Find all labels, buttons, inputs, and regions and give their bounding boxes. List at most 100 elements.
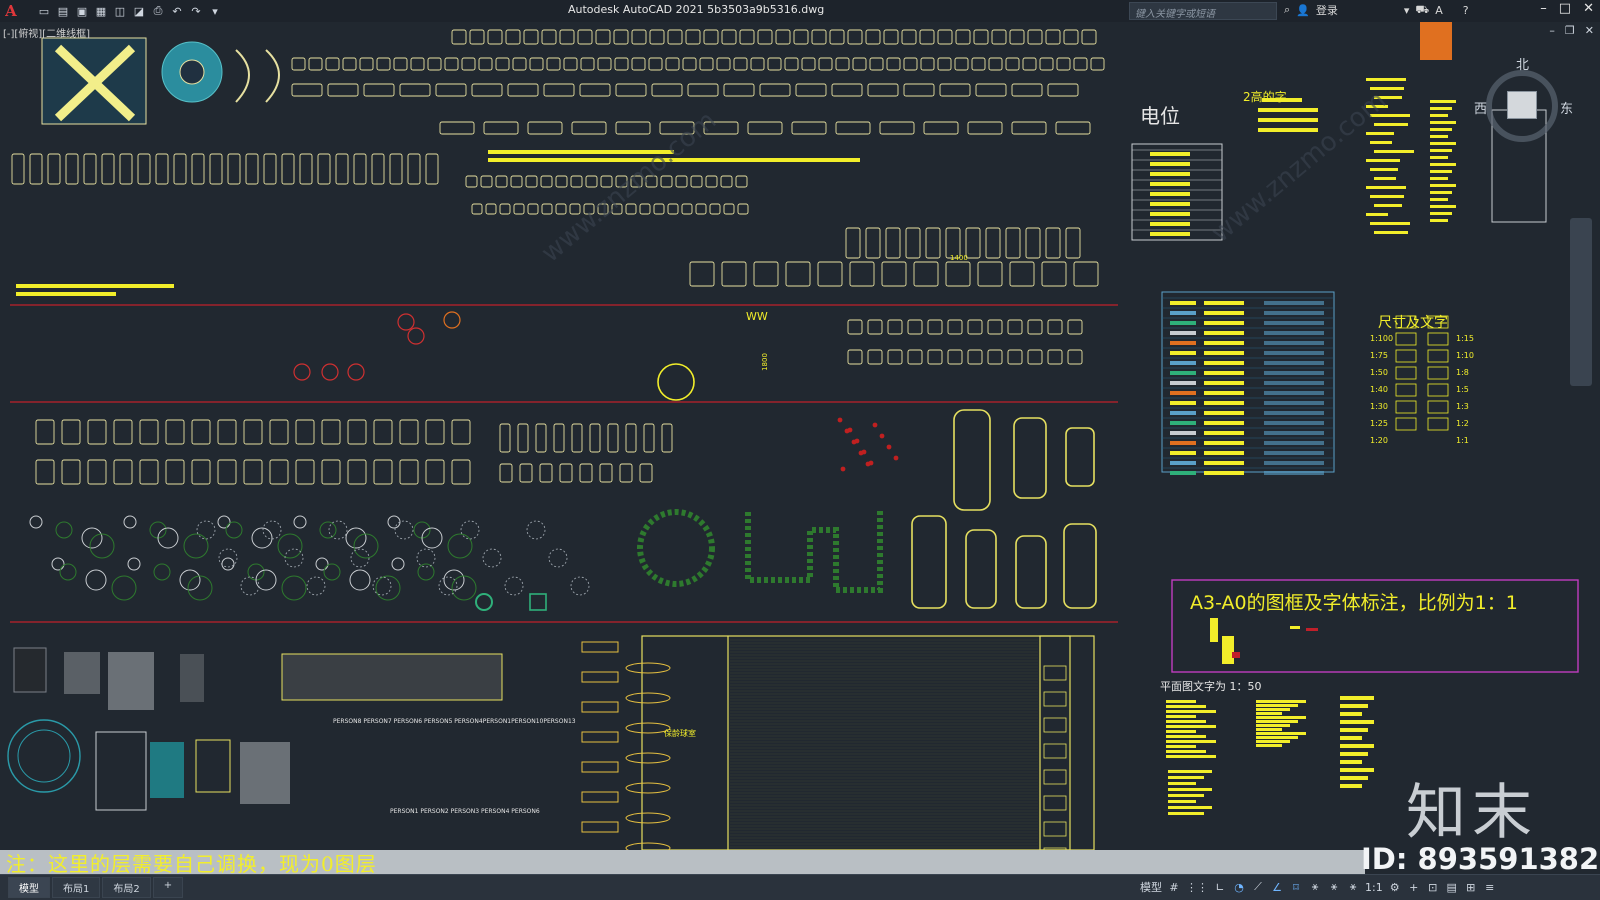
furniture-symbol [373,419,393,445]
ortho-icon[interactable]: ∟ [1213,878,1227,896]
furniture-symbol [835,57,850,71]
cart-icon[interactable]: ⛟ [1415,3,1429,18]
autodesk-app-icon[interactable]: A [1435,4,1443,17]
annotation-scale-value[interactable]: 1:1 [1365,878,1383,896]
open-file-icon[interactable]: ▤ [55,3,71,19]
minimize-icon[interactable]: – [1540,1,1547,16]
viewcube-face[interactable] [1507,91,1537,119]
layer-name [1170,441,1196,445]
quick-properties-icon[interactable]: ▤ [1445,878,1459,896]
furniture-symbol [61,459,81,485]
text-bar [1256,700,1306,703]
polar-tracking-icon[interactable]: ◔ [1232,878,1246,896]
furniture-symbol [867,349,883,365]
furniture-symbol [209,153,223,185]
tab-layout1[interactable]: 布局1 [52,877,101,898]
web-open-icon[interactable]: ◫ [112,3,128,19]
furniture-symbol [791,121,827,135]
furniture-symbol [682,57,697,71]
search-icon[interactable]: ⌕ [1284,3,1290,17]
furniture-symbol [723,83,755,97]
annotation-monitor-icon[interactable]: + [1407,878,1421,896]
arc-sofa-block [235,49,280,103]
drawing-svg[interactable] [0,22,1600,884]
autoscale-icon[interactable]: ⚹ [1327,878,1341,896]
furniture-symbol [716,57,731,71]
text-bar [1430,177,1448,180]
autocad-logo-icon[interactable]: A [0,0,22,22]
navigation-bar[interactable] [1570,218,1592,386]
clean-screen-icon[interactable]: ⊞ [1464,878,1478,896]
layer-desc [1204,371,1244,375]
furniture-symbol [291,57,306,71]
bowling-seat [581,671,619,683]
maximize-icon[interactable]: □ [1559,1,1571,16]
model-space-button[interactable]: 模型 [1140,878,1162,896]
plot-icon[interactable]: ⎙ [150,3,166,19]
furniture-symbol [733,57,748,71]
text-bar [1366,186,1406,189]
viewcube[interactable]: 北 西 东 [1474,58,1573,152]
scale-box [1395,417,1417,431]
add-layout-button[interactable]: + [152,877,184,898]
drawing-canvas[interactable]: 电位 2高的字 尺寸及文字 A3-A0的图框及字体标注，比例为1：1 平面图文字… [0,22,1600,884]
viewcube-north[interactable]: 北 [1516,54,1529,73]
redo-icon[interactable]: ↷ [188,3,204,19]
plant-symbol [482,548,502,568]
text-bar [1258,128,1318,132]
annotation-visibility-icon[interactable]: ⚹ [1308,878,1322,896]
plant-symbol [59,563,77,581]
object-snap-tracking-icon[interactable]: ∠ [1270,878,1284,896]
save-icon[interactable]: ▣ [74,3,90,19]
new-file-icon[interactable]: ▭ [36,3,52,19]
text-bar [1430,191,1452,194]
tab-model[interactable]: 模型 [8,877,50,898]
dining-set-block [41,37,147,125]
furniture-symbol [299,153,313,185]
layer-meta [1264,461,1324,465]
text-bar [1340,752,1368,756]
text-bar [1430,198,1448,201]
search-input[interactable]: 键入关键字或短语 [1129,2,1277,20]
furniture-symbol [907,349,923,365]
furniture-symbol [1005,57,1020,71]
annotation-scale-icon[interactable]: ⚹ [1346,878,1360,896]
furniture-symbol [907,319,923,335]
close-icon[interactable]: ✕ [1583,1,1594,16]
isodraft-icon[interactable]: ⟋ [1251,878,1265,896]
customization-icon[interactable]: ≡ [1483,878,1497,896]
workspace-gear-icon[interactable]: ⚙ [1388,878,1402,896]
customize-qat-icon[interactable]: ▾ [207,3,223,19]
login-dropdown-icon[interactable]: ▾ [1404,4,1410,17]
furniture-symbol [399,419,419,445]
scale-box [1395,349,1417,363]
furniture-symbol [615,83,647,97]
red-dot [861,449,867,455]
grid-icon[interactable]: # [1167,878,1181,896]
object-snap-icon[interactable]: ⌑ [1289,878,1303,896]
viewcube-east[interactable]: 东 [1560,98,1573,117]
furniture-symbol [648,57,663,71]
layer-meta [1264,471,1324,475]
units-icon[interactable]: ⊡ [1426,878,1440,896]
furniture-symbol [793,29,809,45]
snap-icon[interactable]: ⋮⋮ [1186,878,1208,896]
help-icon[interactable]: ? [1463,4,1469,17]
furniture-symbol [975,83,1007,97]
furniture-symbol [639,463,653,483]
text-bar [1168,806,1212,809]
web-save-icon[interactable]: ◪ [131,3,147,19]
furniture-symbol [451,29,467,45]
user-icon[interactable]: 👤 [1296,4,1310,17]
viewport-controls[interactable]: [-][俯视][二维线框] [3,25,90,40]
login-button[interactable]: 登录 [1316,2,1338,18]
viewcube-west[interactable]: 西 [1474,98,1487,117]
undo-icon[interactable]: ↶ [169,3,185,19]
furniture-symbol [1027,349,1043,365]
scale-box [1395,332,1417,346]
tab-layout2[interactable]: 布局2 [102,877,151,898]
layer-meta [1264,451,1324,455]
furniture-symbol [155,153,169,185]
furniture-symbol [461,57,476,71]
save-as-icon[interactable]: ▦ [93,3,109,19]
